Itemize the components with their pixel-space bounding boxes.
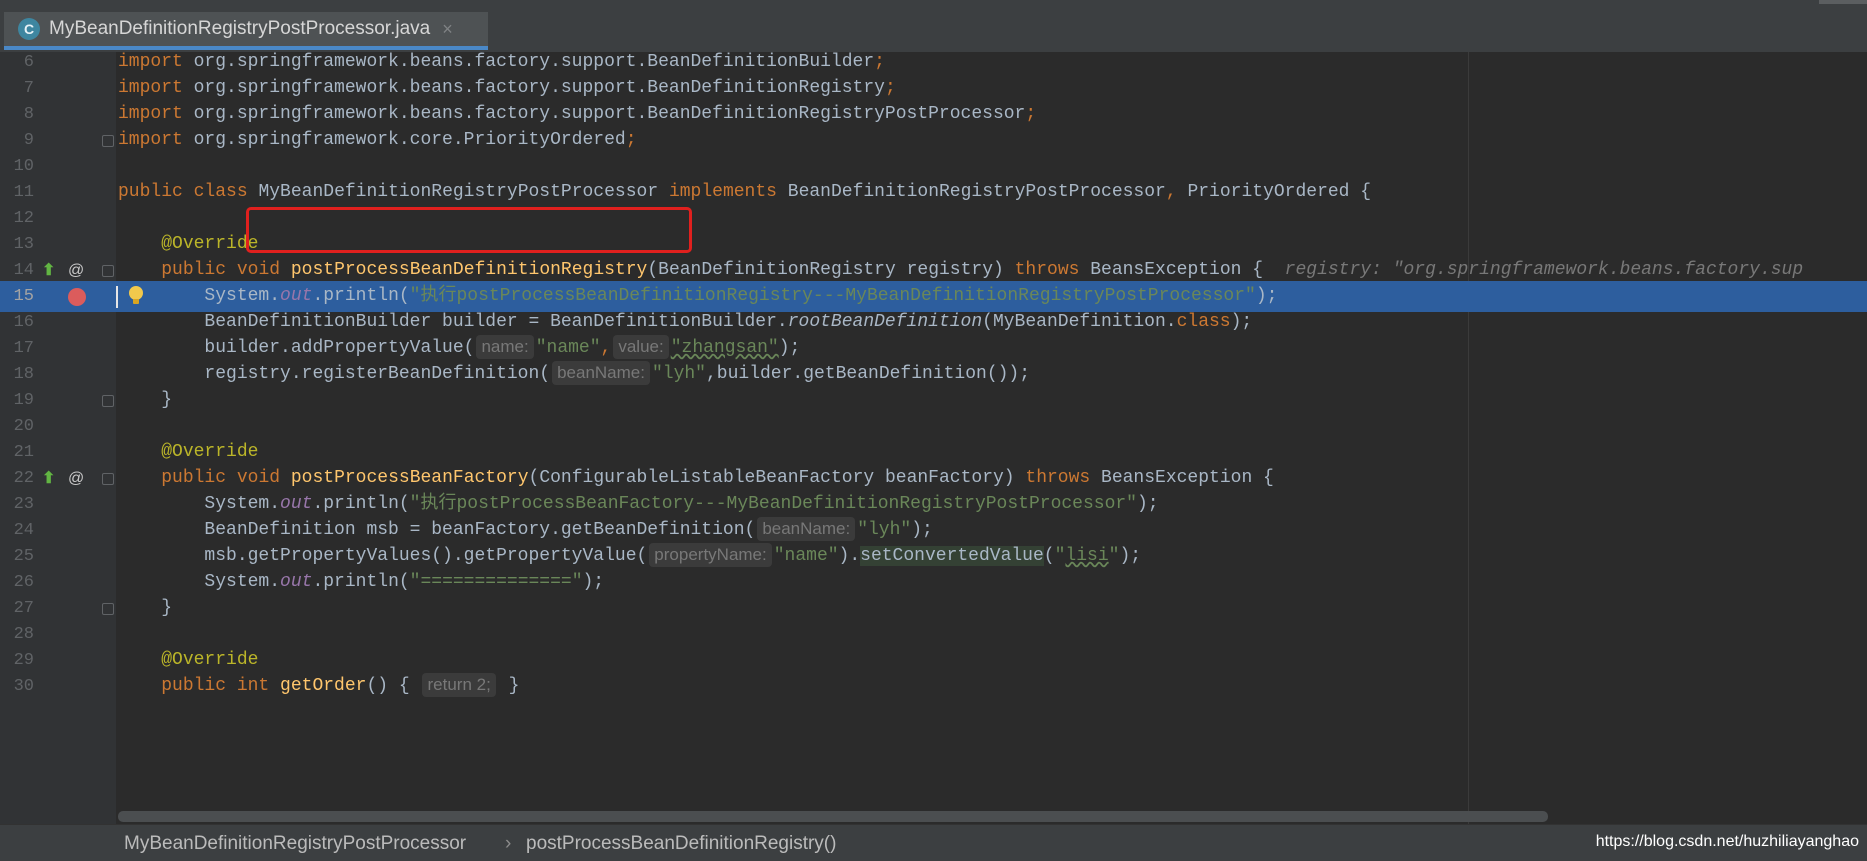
horizontal-scrollbar[interactable] <box>118 811 1548 822</box>
param-hint: beanName: <box>552 361 650 385</box>
class-name: MyBeanDefinitionRegistryPostProcessor <box>258 182 659 202</box>
annotation-red-box <box>246 207 692 253</box>
param-hint: propertyName: <box>649 543 772 567</box>
line-number: 30 <box>13 677 34 696</box>
breadcrumb-separator-icon: › <box>505 833 512 854</box>
tab-file[interactable]: C MyBeanDefinitionRegistryPostProcessor.… <box>4 12 488 50</box>
fold-icon[interactable] <box>102 603 114 615</box>
breadcrumb: MyBeanDefinitionRegistryPostProcessor › … <box>0 824 1867 861</box>
java-class-icon: C <box>18 18 40 40</box>
fold-icon[interactable] <box>102 473 114 485</box>
fold-icon[interactable] <box>102 265 114 277</box>
code-editor[interactable]: 6 import org.springframework.beans.facto… <box>0 52 1867 824</box>
breadcrumb-method[interactable]: postProcessBeanDefinitionRegistry() <box>526 833 836 855</box>
param-hint: value: <box>613 335 669 359</box>
fold-icon[interactable] <box>102 395 114 407</box>
debug-inline-value: registry: "org.springframework.beans.fac… <box>1284 260 1804 280</box>
editor-tab-bar: C MyBeanDefinitionRegistryPostProcessor.… <box>0 0 1867 53</box>
breakpoint-icon[interactable] <box>68 288 86 306</box>
highlighted-method: setConvertedValue <box>860 546 1044 566</box>
code-text: public int getOrder() { return 2; } <box>161 673 520 697</box>
fold-icon[interactable] <box>102 135 114 147</box>
breadcrumb-class[interactable]: MyBeanDefinitionRegistryPostProcessor <box>124 833 466 855</box>
folded-code: return 2; <box>422 673 496 697</box>
tab-title: MyBeanDefinitionRegistryPostProcessor.ja… <box>49 18 431 39</box>
close-tab-icon[interactable]: × <box>442 19 453 40</box>
watermark: https://blog.csdn.net/huzhiliayanghao <box>1595 833 1859 850</box>
param-hint: beanName: <box>757 517 856 541</box>
param-hint: name: <box>476 335 534 359</box>
toolbar-corner <box>1819 0 1867 4</box>
code-line[interactable]: 30 public int getOrder() { return 2; } <box>0 671 1867 702</box>
